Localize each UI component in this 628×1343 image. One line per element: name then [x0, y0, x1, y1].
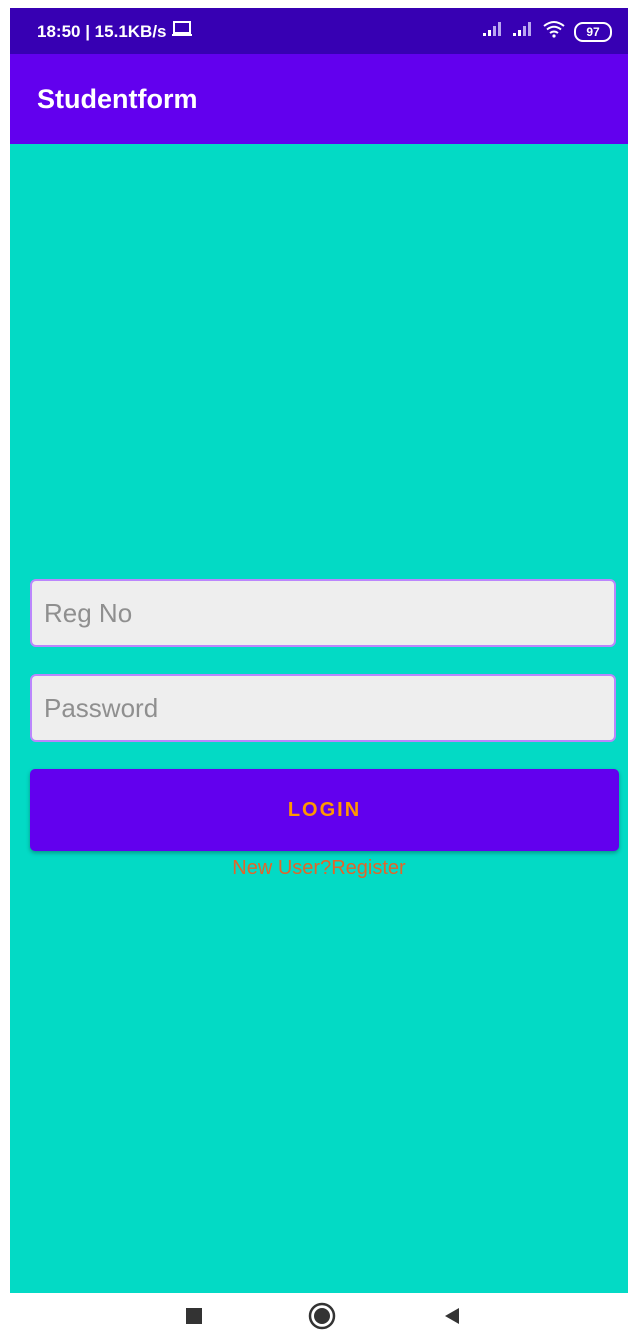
- status-bar: 18:50 | 15.1KB/s 97: [10, 8, 628, 54]
- app-title: Studentform: [37, 84, 198, 114]
- recents-icon: [183, 1305, 205, 1332]
- reg-no-field[interactable]: [30, 579, 616, 647]
- signal-icon: [512, 21, 534, 42]
- navigation-bar: [0, 1293, 628, 1343]
- recents-button[interactable]: [170, 1293, 218, 1343]
- status-left: 18:50 | 15.1KB/s: [37, 21, 193, 42]
- app-bar: Studentform: [10, 54, 628, 144]
- password-input[interactable]: [32, 676, 614, 740]
- wifi-icon: [542, 20, 566, 43]
- reg-no-input[interactable]: [32, 581, 614, 645]
- home-icon: [307, 1301, 337, 1336]
- signal-icon: [482, 21, 504, 42]
- laptop-icon: [171, 21, 193, 42]
- battery-icon: 97: [574, 21, 612, 42]
- back-button[interactable]: [428, 1293, 476, 1343]
- back-icon: [441, 1305, 463, 1332]
- login-content: LOGIN New User?Register: [10, 144, 628, 1293]
- status-time-speed: 18:50 | 15.1KB/s: [37, 21, 167, 41]
- status-right: 97: [482, 20, 612, 43]
- home-button[interactable]: [298, 1293, 346, 1343]
- register-link[interactable]: New User?Register: [10, 857, 628, 880]
- password-field[interactable]: [30, 674, 616, 742]
- login-button[interactable]: LOGIN: [30, 769, 619, 851]
- phone-screen: 18:50 | 15.1KB/s 97 Studentform Reg No L…: [0, 0, 628, 1343]
